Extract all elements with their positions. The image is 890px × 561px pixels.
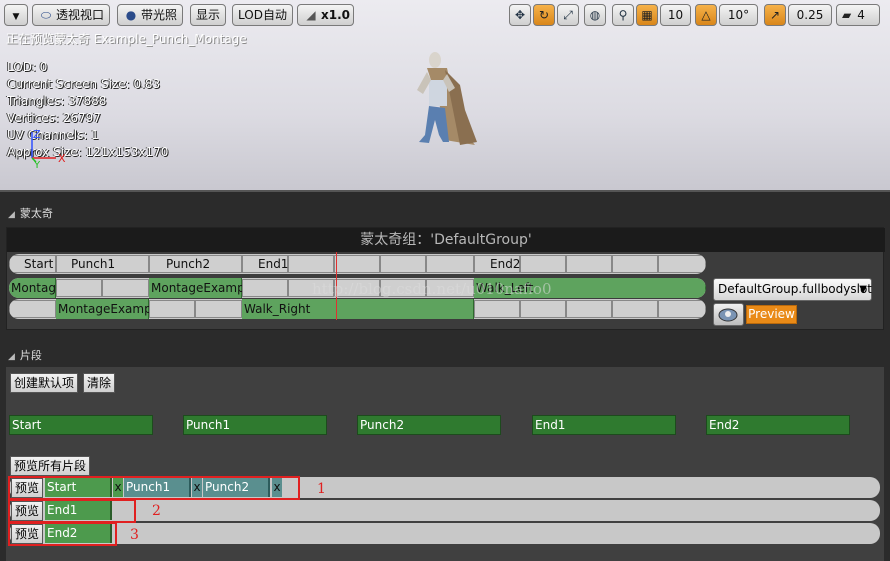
marker-end2[interactable]: End2	[488, 254, 520, 274]
axis-z-label: Z	[33, 128, 41, 141]
marker-punch2[interactable]: Punch2	[164, 254, 210, 274]
collapse-triangle-icon: ◢	[8, 210, 15, 220]
section-chip-end2[interactable]: End2	[706, 415, 850, 435]
anim-segment[interactable]: MontageExamp	[149, 278, 245, 298]
lit-sphere-icon: ●	[125, 8, 137, 22]
scale-snap-button[interactable]: ↗	[764, 4, 786, 26]
slot-track-b[interactable]: MontageExamp Walk_Right	[9, 299, 706, 319]
rotate-icon: ↻	[538, 8, 550, 22]
camera-speed-button[interactable]: ▰ 4	[836, 4, 880, 26]
surface-snap-icon: ⚲	[618, 8, 628, 22]
anim-segment[interactable]: Walk_Right	[242, 299, 474, 319]
collapse-triangle-icon: ◢	[8, 352, 15, 362]
section-chip-start[interactable]: Start	[9, 415, 153, 435]
perspective-button[interactable]: ⬭ 透视视口	[32, 4, 111, 26]
marker-end1[interactable]: End1	[256, 254, 288, 274]
rotate-snap-button[interactable]: △	[695, 4, 717, 26]
move-arrows-icon: ✥	[514, 8, 526, 22]
section-marker-track[interactable]: Start Punch1 Punch2 End1 End2	[9, 254, 706, 274]
camera-icon: ▰	[842, 8, 852, 22]
grid-icon: ▦	[641, 8, 653, 22]
chevron-down-icon: ▼	[12, 12, 20, 22]
montage-group-title: 蒙太奇组：'DefaultGroup'	[7, 228, 885, 252]
section-sequence-row[interactable]	[9, 523, 880, 544]
section-sequence-row[interactable]	[9, 500, 880, 521]
annotation-number: 1	[317, 481, 326, 497]
slot-name-dropdown[interactable]: DefaultGroup.fullbodyslot ▼	[713, 278, 872, 301]
annotation-box	[8, 499, 136, 523]
translate-mode-button[interactable]: ✥	[509, 4, 531, 26]
preview-all-sections-button[interactable]: 预览所有片段	[10, 456, 91, 476]
scale-mode-button[interactable]: ⤢	[557, 4, 579, 26]
marker-start[interactable]: Start	[22, 254, 53, 274]
globe-icon: ◍	[589, 8, 601, 22]
lit-mode-button[interactable]: ● 带光照	[117, 4, 184, 26]
playback-speed-button[interactable]: ◢ x1.0	[297, 4, 354, 26]
grid-snap-button[interactable]: ▦	[636, 4, 658, 26]
axis-y-label: Y	[34, 160, 41, 171]
anim-segment[interactable]: MontageExamp	[56, 299, 152, 319]
preview-eye-icon	[718, 308, 738, 322]
grid-snap-value[interactable]: 10	[660, 4, 691, 26]
world-local-button[interactable]: ◍	[584, 4, 606, 26]
section-chip-punch2[interactable]: Punch2	[357, 415, 501, 435]
annotation-box	[8, 476, 300, 500]
rotate-mode-button[interactable]: ↻	[533, 4, 555, 26]
slot-preview-button[interactable]: Preview	[746, 305, 797, 324]
viewport-options-button[interactable]: ▼	[4, 4, 28, 26]
sections-header[interactable]: ◢ 片段	[0, 347, 890, 365]
speed-icon: ◢	[306, 8, 316, 22]
preview-viewport[interactable]: ▼ ⬭ 透视视口 ● 带光照 显示 LOD自动 ◢ x1.0 ✥ ↻ ⤢ ◍ ⚲ ▦ …	[0, 0, 890, 192]
clear-button[interactable]: 清除	[83, 373, 116, 393]
rotate-snap-value[interactable]: 10°	[719, 4, 758, 26]
scale-arrow-icon: ↗	[769, 8, 781, 22]
montage-section-header[interactable]: ◢ 蒙太奇	[0, 205, 890, 223]
stat-triangles: Triangles: 37888	[7, 94, 107, 108]
lod-button[interactable]: LOD自动	[232, 4, 293, 26]
chevron-down-icon: ▼	[859, 284, 867, 295]
scale-icon: ⤢	[563, 8, 573, 22]
stat-lod: LOD: 0	[7, 60, 48, 74]
scale-snap-value[interactable]: 0.25	[788, 4, 832, 26]
annotation-number: 2	[152, 503, 161, 519]
character-mesh	[417, 52, 477, 145]
axis-x-label: X	[58, 152, 66, 165]
slot-browse-button[interactable]	[713, 303, 744, 326]
perspective-icon: ⬭	[40, 8, 52, 22]
watermark-text: http://blog.csdn.net/u010nafio0	[312, 280, 552, 298]
stat-screen-size: Current Screen Size: 0.83	[7, 77, 161, 91]
section-chip-punch1[interactable]: Punch1	[183, 415, 327, 435]
preview-status-text: 正在预览蒙太奇 Example_Punch_Montage	[6, 32, 247, 46]
create-default-button[interactable]: 创建默认项	[10, 373, 79, 393]
annotation-number: 3	[130, 527, 139, 543]
show-button[interactable]: 显示	[190, 4, 227, 26]
surface-snap-button[interactable]: ⚲	[612, 4, 634, 26]
section-chip-end1[interactable]: End1	[532, 415, 676, 435]
stat-vertices: Vertices: 26797	[7, 111, 101, 125]
angle-icon: △	[701, 8, 711, 22]
annotation-box	[8, 522, 117, 546]
marker-punch1[interactable]: Punch1	[69, 254, 115, 274]
anim-segment[interactable]: Montag	[9, 278, 56, 298]
